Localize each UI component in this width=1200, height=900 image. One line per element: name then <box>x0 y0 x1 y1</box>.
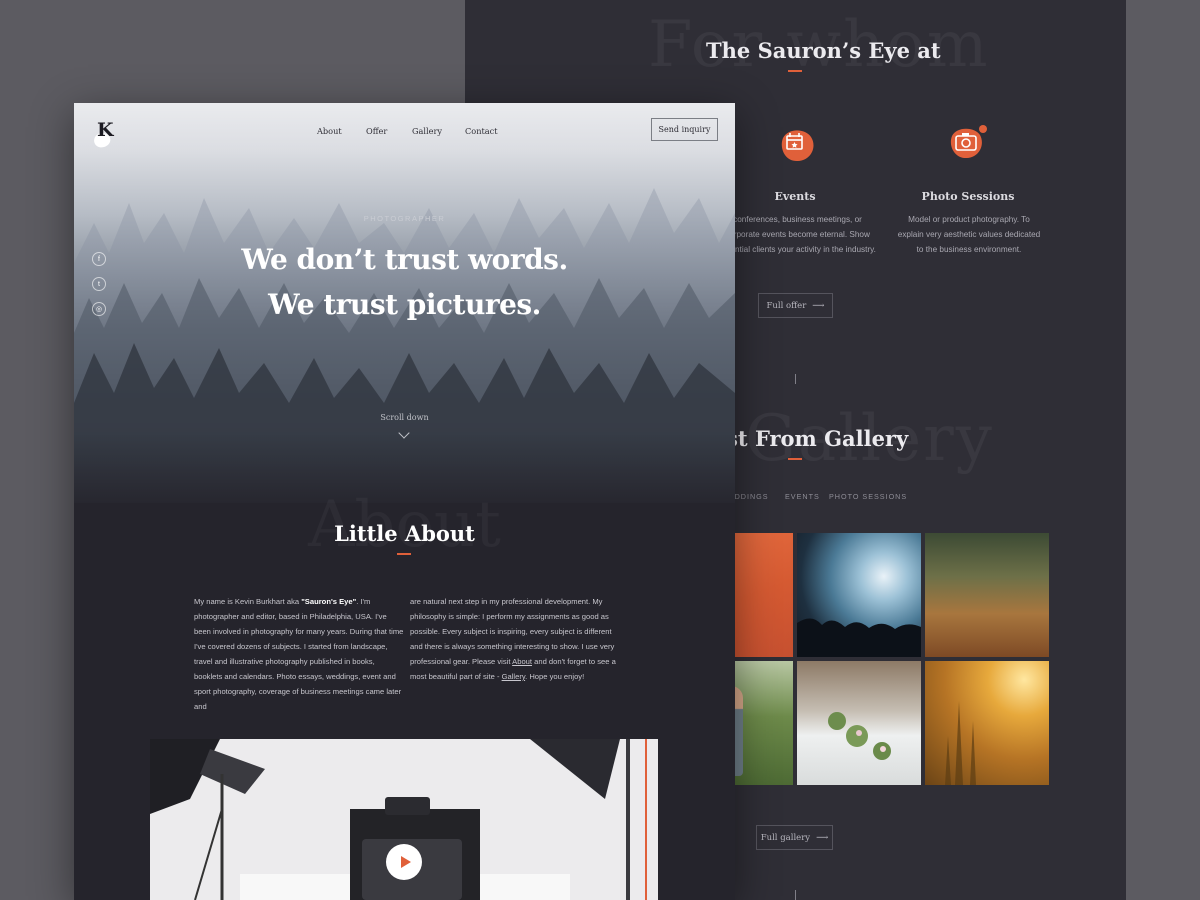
full-gallery-label: Full gallery <box>760 832 811 843</box>
nav-about[interactable]: About <box>317 126 342 136</box>
about-col1-body: . I'm photographer and editor, based in … <box>194 597 404 711</box>
hero-headline-line1: We don’t trust words. <box>241 243 568 276</box>
section-divider-bottom <box>795 890 796 900</box>
hero-section: K About Offer Gallery Contact Send inqui… <box>74 103 735 503</box>
about-column-1: My name is Kevin Burkhart aka "Sauron's … <box>194 594 404 714</box>
offer-title: The Sauron’s Eye at <box>706 38 941 63</box>
gallery-image-golden-field[interactable] <box>925 661 1049 785</box>
service-text-photo-sessions: Model or product photography. To explain… <box>897 215 1041 254</box>
logo[interactable]: K <box>92 117 122 149</box>
section-divider <box>795 374 796 384</box>
offer-title-accent <box>788 70 802 72</box>
service-text-events: conferences, business meetings, or corpo… <box>719 215 876 254</box>
calendar-icon <box>781 130 814 162</box>
hero-headline-line2: We trust pictures. <box>268 288 541 321</box>
nav-offer[interactable]: Offer <box>366 126 387 136</box>
camera-icon <box>950 125 987 159</box>
full-gallery-button[interactable]: Full gallery ⟶ <box>756 825 833 850</box>
service-title-events: Events <box>774 190 816 203</box>
service-title-photo-sessions: Photo Sessions <box>921 190 1015 203</box>
nav-contact[interactable]: Contact <box>465 126 498 136</box>
flower-arrangement <box>828 712 891 760</box>
about-nickname: "Sauron's Eye" <box>301 597 357 606</box>
send-inquiry-button[interactable]: Send inquiry <box>651 118 718 141</box>
arrow-right-icon: ⟶ <box>816 832 829 843</box>
about-col1-intro: My name is Kevin Burkhart aka <box>194 597 302 606</box>
filter-events[interactable]: EVENTS <box>785 492 820 501</box>
about-link[interactable]: About <box>512 657 532 666</box>
gallery-image-autumn[interactable] <box>925 533 1049 657</box>
hero-eyebrow: PHOTOGRAPHER <box>363 214 446 223</box>
grass-silhouette <box>945 701 976 785</box>
scroll-down-link[interactable]: Scroll down <box>74 413 735 422</box>
gallery-link[interactable]: Gallery <box>502 672 526 681</box>
logo-letter: K <box>97 119 115 141</box>
gallery-image-wedding-table[interactable] <box>797 661 921 785</box>
filter-photo-sessions[interactable]: PHOTO SESSIONS <box>829 492 907 501</box>
nav-gallery[interactable]: Gallery <box>412 126 442 136</box>
full-offer-button[interactable]: Full offer ⟶ <box>758 293 833 318</box>
crowd-silhouette <box>797 618 921 657</box>
gallery-title-accent <box>788 458 802 460</box>
about-column-2: are natural next step in my professional… <box>410 594 620 684</box>
arrow-right-icon: ⟶ <box>812 300 825 311</box>
full-offer-label: Full offer <box>766 300 807 311</box>
gallery-image-concert[interactable] <box>797 533 921 657</box>
about-col2-end: . Hope you enjoy! <box>525 672 585 681</box>
play-icon[interactable] <box>386 844 422 880</box>
about-col2-body: are natural next step in my professional… <box>410 597 615 666</box>
about-title: Little About <box>334 521 475 546</box>
front-page: K About Offer Gallery Contact Send inqui… <box>74 103 735 900</box>
about-title-accent <box>397 553 411 555</box>
video-player[interactable] <box>150 739 658 900</box>
